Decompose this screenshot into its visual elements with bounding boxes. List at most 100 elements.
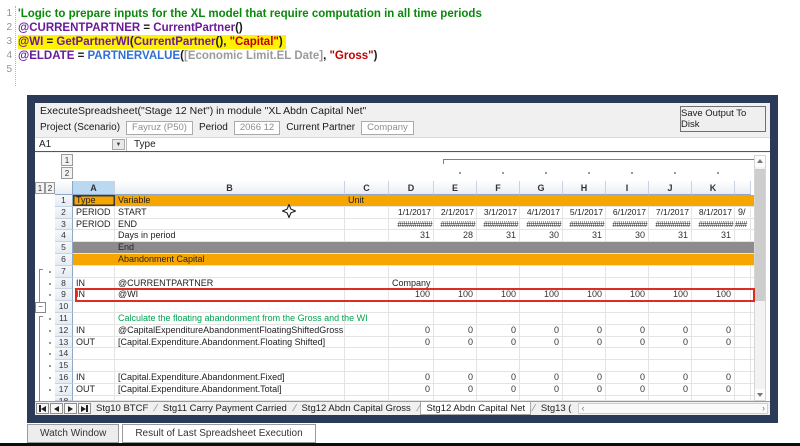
sheet-cell[interactable]: 0: [649, 324, 692, 336]
column-header-G[interactable]: G: [520, 181, 563, 195]
sheet-cell[interactable]: [520, 301, 563, 312]
result-of-last-execution-tab[interactable]: Result of Last Spreadsheet Execution: [122, 424, 316, 443]
sheet-cell[interactable]: [606, 242, 649, 253]
sheet-cell[interactable]: 0: [563, 336, 606, 348]
sheet-cell[interactable]: [735, 230, 751, 242]
sheet-cell[interactable]: 0: [606, 324, 649, 336]
sheet-cell[interactable]: 31: [649, 230, 692, 242]
sheet-cell[interactable]: [477, 312, 520, 324]
sheet-cell[interactable]: [649, 348, 692, 360]
sheet-cell[interactable]: [520, 277, 563, 289]
sheet-cell[interactable]: [345, 324, 389, 336]
sheet-cell[interactable]: 0: [477, 371, 520, 383]
column-header-J[interactable]: J: [649, 181, 692, 195]
sheet-cell[interactable]: [477, 265, 520, 277]
sheet-cell[interactable]: [520, 348, 563, 360]
column-outline-level-2-button[interactable]: 2: [61, 167, 73, 179]
sheet-cell[interactable]: [73, 230, 115, 242]
sheet-cell[interactable]: 30: [606, 230, 649, 242]
sheet-cell[interactable]: [434, 312, 477, 324]
sheet-cell[interactable]: 0: [389, 336, 434, 348]
sheet-cell[interactable]: ###: [735, 218, 751, 230]
sheet-cell[interactable]: [115, 348, 345, 360]
sheet-cell[interactable]: [Capital.Expenditure.Abandonment.Floatin…: [115, 336, 345, 348]
sheet-cell[interactable]: [389, 395, 434, 400]
sheet-cell[interactable]: 31: [692, 230, 735, 242]
sheet-cell[interactable]: [115, 395, 345, 400]
sheet-cell[interactable]: [563, 360, 606, 371]
sheet-cell[interactable]: 0: [692, 383, 735, 395]
row-header-16[interactable]: 16: [55, 371, 73, 384]
sheet-cell[interactable]: [563, 395, 606, 400]
sheet-cell[interactable]: [692, 277, 735, 289]
sheet-cell[interactable]: [735, 371, 751, 383]
sheet-cell[interactable]: [692, 301, 735, 312]
sheet-cell[interactable]: [606, 312, 649, 324]
sheet-cell[interactable]: [434, 254, 477, 265]
sheet-cell[interactable]: 0: [606, 336, 649, 348]
sheet-cell[interactable]: [434, 301, 477, 312]
sheet-cell[interactable]: #########: [389, 218, 434, 230]
row-header-1[interactable]: 1: [55, 195, 73, 207]
current-partner-field[interactable]: Company: [361, 120, 414, 135]
sheet-cell[interactable]: 3/1/2017: [477, 206, 520, 218]
sheet-cell[interactable]: [692, 242, 735, 253]
sheet-cell[interactable]: 31: [389, 230, 434, 242]
sheet-cell[interactable]: 6/1/2017: [606, 206, 649, 218]
sheet-cell[interactable]: [563, 195, 606, 206]
sheet-cell[interactable]: [735, 254, 751, 265]
sheet-cell[interactable]: #########: [563, 218, 606, 230]
sheet-cell[interactable]: [692, 360, 735, 371]
sheet-cell[interactable]: #########: [434, 218, 477, 230]
code-line[interactable]: 1 'Logic to prepare inputs for the XL mod…: [0, 7, 800, 21]
sheet-cell[interactable]: 0: [692, 371, 735, 383]
sheet-cell[interactable]: [477, 348, 520, 360]
sheet-cell[interactable]: 0: [477, 324, 520, 336]
scroll-down-icon[interactable]: [755, 389, 765, 400]
sheet-cell[interactable]: [73, 265, 115, 277]
sheet-cell[interactable]: [434, 395, 477, 400]
sheet-cell[interactable]: 0: [389, 324, 434, 336]
sheet-cell[interactable]: 0: [649, 336, 692, 348]
sheet-cell[interactable]: 1/1/2017: [389, 206, 434, 218]
sheet-cell[interactable]: 31: [563, 230, 606, 242]
column-header-partial[interactable]: [735, 181, 751, 195]
sheet-cell[interactable]: #########: [520, 218, 563, 230]
sheet-cell[interactable]: [735, 348, 751, 360]
sheet-cell[interactable]: 2/1/2017: [434, 206, 477, 218]
code-line[interactable]: 4 @ELDATE = PARTNERVALUE([Economic Limit.…: [0, 49, 800, 63]
sheet-cell[interactable]: [345, 289, 389, 301]
sheet-cell[interactable]: 0: [520, 383, 563, 395]
sheet-cell[interactable]: 5/1/2017: [563, 206, 606, 218]
row-header-9[interactable]: 9: [55, 289, 73, 302]
row-header-17[interactable]: 17: [55, 383, 73, 396]
sheet-cell[interactable]: [520, 312, 563, 324]
sheet-cell[interactable]: [73, 301, 115, 312]
sheet-tab[interactable]: Stg13 (: [536, 402, 577, 415]
sheet-cell[interactable]: END: [115, 218, 345, 230]
horizontal-scrollbar[interactable]: ‹ ›: [578, 403, 768, 414]
sheet-cell[interactable]: 0: [692, 324, 735, 336]
sheet-cell[interactable]: [692, 265, 735, 277]
sheet-cell[interactable]: [606, 301, 649, 312]
row-header-14[interactable]: 14: [55, 348, 73, 361]
sheet-cell[interactable]: Abandonment Capital: [115, 254, 345, 265]
sheet-cell[interactable]: [563, 301, 606, 312]
sheet-cell[interactable]: 0: [434, 324, 477, 336]
first-sheet-button[interactable]: [36, 403, 49, 414]
sheet-cell[interactable]: [345, 242, 389, 253]
sheet-cell[interactable]: [345, 254, 389, 265]
sheet-cell[interactable]: [692, 395, 735, 400]
sheet-cell[interactable]: [434, 348, 477, 360]
sheet-cell[interactable]: [606, 265, 649, 277]
row-header-7[interactable]: 7: [55, 265, 73, 278]
sheet-cell[interactable]: 0: [692, 336, 735, 348]
select-all-corner[interactable]: [55, 181, 73, 195]
sheet-cell[interactable]: IN: [73, 371, 115, 383]
sheet-cell[interactable]: 0: [389, 383, 434, 395]
formula-value[interactable]: Type: [127, 139, 156, 150]
column-header-D[interactable]: D: [389, 181, 434, 195]
sheet-cell[interactable]: [692, 254, 735, 265]
column-header-I[interactable]: I: [606, 181, 649, 195]
period-field[interactable]: 2066 12: [233, 120, 281, 135]
